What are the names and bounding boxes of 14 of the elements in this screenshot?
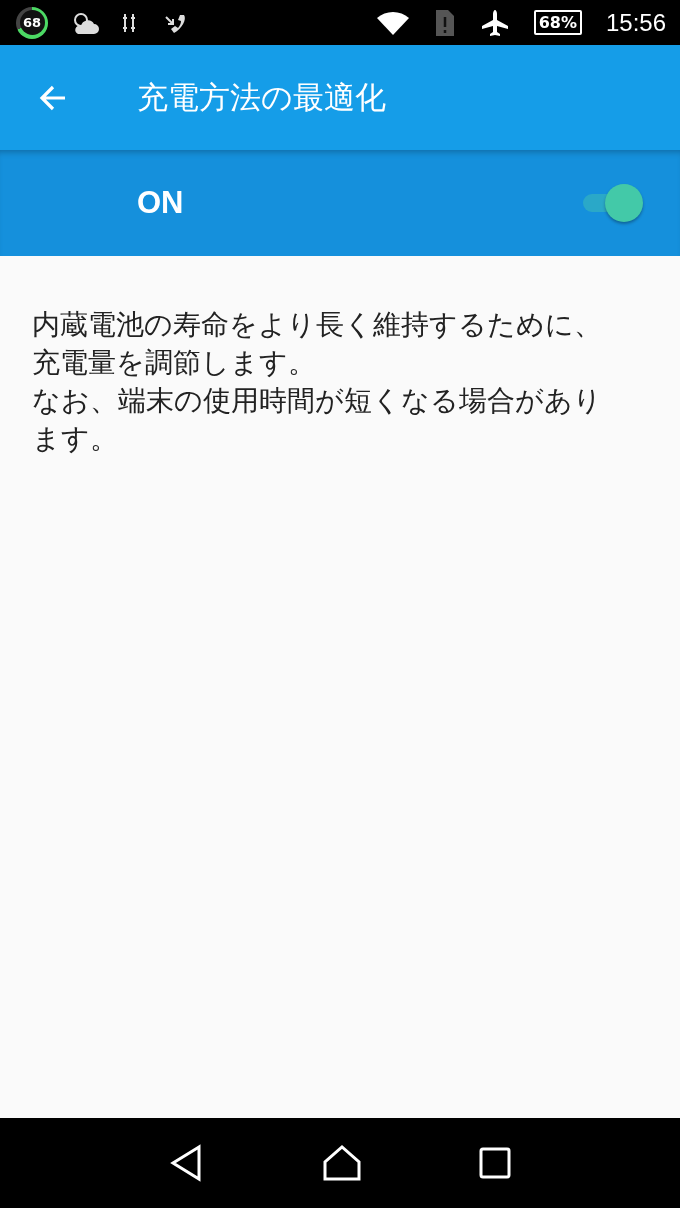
wifi-icon: [375, 9, 410, 36]
clock-time: 15:56: [605, 8, 666, 37]
switch-label: ON: [137, 185, 184, 221]
toggle-switch[interactable]: [581, 184, 643, 222]
screen-title: 充電方法の最適化: [137, 77, 386, 117]
description-text: なお、端末の使用時間が短くなる場合があります。: [32, 383, 603, 457]
signal-arrows-icon: [122, 11, 136, 34]
airplane-icon: [479, 7, 510, 38]
home-icon[interactable]: [322, 1143, 362, 1183]
overview-icon[interactable]: [479, 1147, 512, 1179]
battery-indicator: 68%: [533, 10, 582, 35]
sim-card-icon: [433, 7, 456, 38]
description-text: 内蔵電池の寿命をより長く維持するために、充電量を調節します。: [32, 307, 603, 381]
battery-ring-badge: 68: [16, 6, 48, 39]
